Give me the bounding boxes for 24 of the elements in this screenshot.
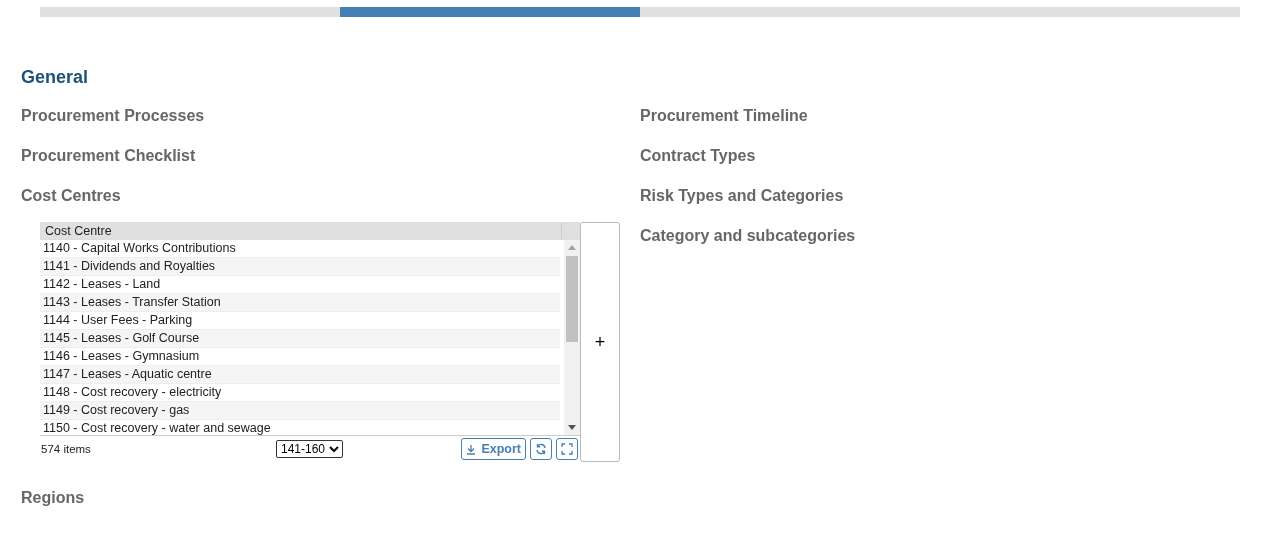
section-heading[interactable]: Regions <box>21 488 85 508</box>
fullscreen-icon <box>561 443 573 455</box>
scrollbar[interactable] <box>564 240 580 435</box>
table-row[interactable]: 1145 - Leases - Golf Course <box>40 330 560 348</box>
section-heading[interactable]: Category and subcategories <box>640 226 856 246</box>
table-row[interactable]: 1141 - Dividends and Royalties <box>40 258 560 276</box>
refresh-button[interactable] <box>530 438 552 460</box>
add-button[interactable]: + <box>580 222 620 462</box>
table-row[interactable]: 1147 - Leases - Aquatic centre <box>40 366 560 384</box>
section-heading[interactable]: Risk Types and Categories <box>640 186 844 206</box>
refresh-icon <box>535 443 547 455</box>
section-heading[interactable]: Contract Types <box>640 146 756 166</box>
export-button[interactable]: Export <box>461 438 526 460</box>
section-title: General <box>21 67 90 89</box>
section-heading[interactable]: Procurement Processes <box>21 106 205 126</box>
section-heading[interactable]: Procurement Checklist <box>21 146 196 166</box>
section-heading[interactable]: Cost Centres <box>21 186 121 206</box>
section-heading[interactable]: Procurement Timeline <box>640 106 808 126</box>
download-icon <box>466 443 477 455</box>
page-select[interactable]: 141-160 <box>276 440 343 458</box>
table-row[interactable]: 1143 - Leases - Transfer Station <box>40 294 560 312</box>
table-row[interactable]: 1149 - Cost recovery - gas <box>40 402 560 420</box>
item-count: 574 items <box>40 443 92 455</box>
fullscreen-button[interactable] <box>556 438 578 460</box>
